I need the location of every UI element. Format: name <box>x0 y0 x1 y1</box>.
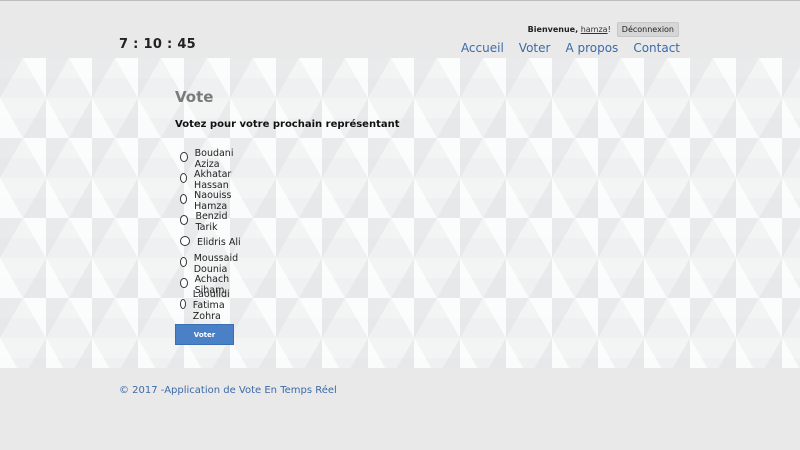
form-subtitle: Votez pour votre prochain représentant <box>175 119 400 130</box>
clock: 7 : 10 : 45 <box>119 37 197 52</box>
candidate-option[interactable]: Benzid Tarik <box>180 209 241 233</box>
welcome-exclamation: ! <box>607 25 611 34</box>
radio-button[interactable] <box>180 172 188 183</box>
candidate-option[interactable]: Elidris Ali <box>180 230 241 251</box>
nav-accueil[interactable]: Accueil <box>461 41 504 55</box>
header: 7 : 10 : 45 Bienvenue, hamza! Déconnexio… <box>0 1 800 58</box>
candidate-label: Naouiss Hamza <box>194 189 232 212</box>
candidate-option[interactable]: Laoulidi Fatima Zohra <box>180 289 241 322</box>
candidate-label: Benzid Tarik <box>195 210 228 233</box>
page: 7 : 10 : 45 Bienvenue, hamza! Déconnexio… <box>0 0 800 450</box>
radio-button[interactable] <box>180 193 188 204</box>
nav-contact[interactable]: Contact <box>633 41 680 55</box>
user-bar: Bienvenue, hamza! Déconnexion <box>528 22 679 37</box>
main-nav: Accueil Voter A propos Contact <box>461 41 680 55</box>
candidate-label: Moussaid Dounia <box>193 252 239 275</box>
welcome-label: Bienvenue, <box>527 25 579 34</box>
radio-button[interactable] <box>180 298 186 309</box>
radio-button[interactable] <box>180 256 187 267</box>
radio-button[interactable] <box>180 235 190 246</box>
main-content: Vote Votez pour votre prochain représent… <box>0 58 800 368</box>
radio-button[interactable] <box>180 151 188 162</box>
candidate-label: Akhatar Hassan <box>194 168 232 191</box>
candidate-option[interactable]: Naouiss Hamza <box>180 188 241 212</box>
footer: © 2017 -Application de Vote En Temps Rée… <box>0 368 800 450</box>
logout-button[interactable]: Déconnexion <box>616 22 679 37</box>
candidate-list: Boudani Aziza Akhatar Hassan Naouiss Ham… <box>180 146 241 322</box>
vote-form: Vote Votez pour votre prochain représent… <box>175 88 400 345</box>
welcome-text: Bienvenue, hamza! <box>528 25 611 34</box>
candidate-option[interactable]: Moussaid Dounia <box>180 251 241 275</box>
candidate-option[interactable]: Boudani Aziza <box>180 146 241 170</box>
candidate-label: Elidris Ali <box>197 237 241 248</box>
candidate-label: Laoulidi Fatima Zohra <box>192 289 230 322</box>
candidate-label: Boudani Aziza <box>194 147 234 170</box>
radio-button[interactable] <box>180 277 188 288</box>
radio-button[interactable] <box>180 214 189 225</box>
nav-voter[interactable]: Voter <box>519 41 551 55</box>
page-title: Vote <box>175 88 214 106</box>
candidate-option[interactable]: Akhatar Hassan <box>180 167 241 191</box>
footer-copyright: © 2017 -Application de Vote En Temps Rée… <box>119 385 337 396</box>
vote-submit-button[interactable]: Voter <box>175 324 234 345</box>
username-link[interactable]: hamza <box>581 25 608 34</box>
nav-a-propos[interactable]: A propos <box>565 41 618 55</box>
